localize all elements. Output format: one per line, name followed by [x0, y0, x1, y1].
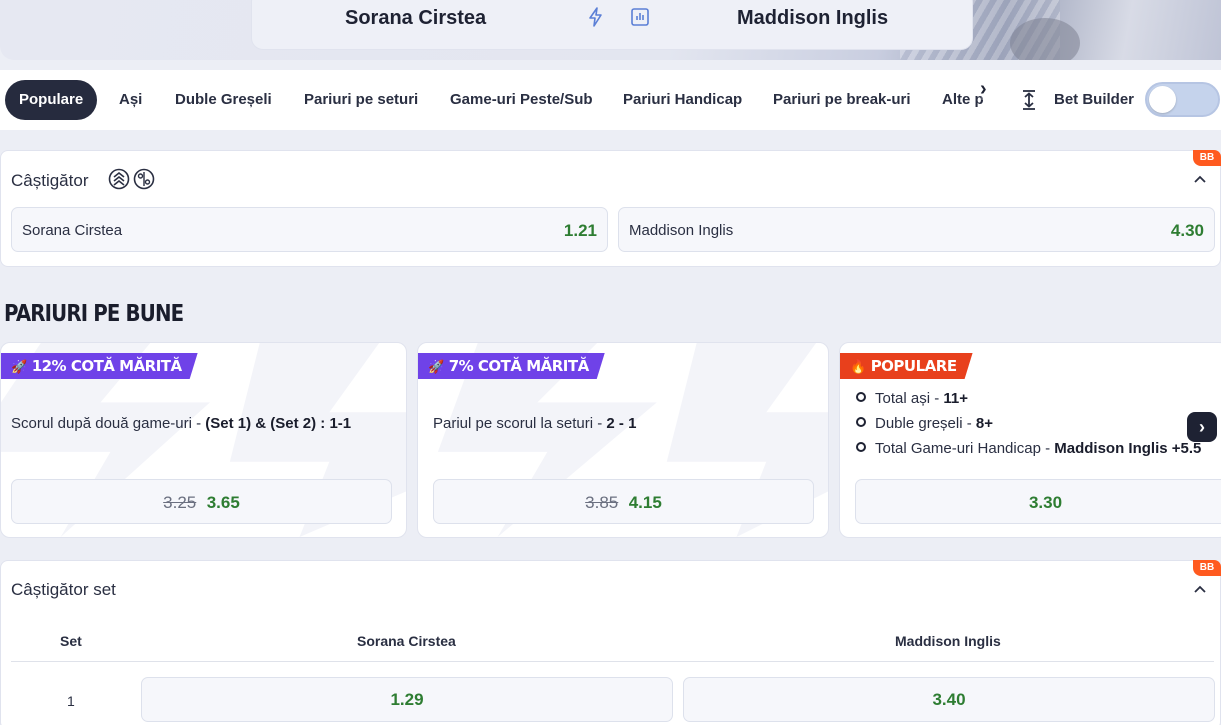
bet-selection: (Set 1) & (Set 2) : 1-1: [205, 415, 352, 432]
bet-builder-label: Bet Builder: [1054, 91, 1135, 108]
layers-icon: [108, 168, 130, 190]
winner-market: Câștigător BB Sorana Cirstea 1.21 Maddis…: [0, 150, 1221, 267]
odd-value: 4.30: [1170, 221, 1204, 240]
set-odd-button-player-2[interactable]: 3.40: [683, 677, 1215, 722]
leg-bullet: [856, 392, 866, 402]
bet-description: Scorul după două game-uri - (Set 1) & (S…: [11, 415, 351, 432]
bet-selection: 2 - 1: [606, 415, 637, 432]
old-odd: 3.25: [163, 493, 197, 512]
chevron-right-icon[interactable]: ›: [980, 79, 998, 100]
chevron-up-icon[interactable]: [1193, 582, 1207, 596]
tab-asi[interactable]: Ași: [119, 80, 142, 120]
tab-pariuri-pe-break-uri[interactable]: Pariuri pe break-uri: [773, 80, 911, 120]
tab-pariuri-pe-seturi[interactable]: Pariuri pe seturi: [304, 80, 418, 120]
leg-market: Total ași -: [875, 390, 944, 407]
tab-pariuri-handicap[interactable]: Pariuri Handicap: [623, 80, 742, 120]
boosted-odd: 3.65: [206, 493, 240, 512]
leg-bullet: [856, 417, 866, 427]
featured-odd-button-1[interactable]: 3.25 3.65: [11, 479, 392, 524]
leg-market: Total Game-uri Handicap -: [875, 440, 1055, 457]
old-odd: 3.85: [585, 493, 619, 512]
market-title: Câștigător: [11, 171, 89, 190]
boosted-odd: 4.15: [628, 493, 662, 512]
player-2-name: Maddison Inglis: [737, 7, 889, 29]
leg-selection: 11+: [943, 390, 968, 407]
popular-tag: 🔥 POPULARE: [840, 353, 973, 379]
bet-builder-badge: BB: [1193, 560, 1221, 576]
tennis-ball-image: [1010, 18, 1080, 60]
carousel-next-button[interactable]: ›: [1187, 412, 1217, 442]
leg-selection: Maddison Inglis +5.5: [1054, 440, 1202, 457]
stats-icon[interactable]: [630, 7, 650, 27]
market-title: Câștigător set: [11, 580, 116, 599]
featured-bets-title: PARIURI PE BUNE: [4, 301, 184, 327]
tab-duble-greseli[interactable]: Duble Greșeli: [175, 80, 272, 120]
tab-populare[interactable]: Populare: [5, 80, 98, 120]
boost-tag: 🚀 12% COTĂ MĂRITĂ: [1, 353, 198, 379]
leg-market: Duble greșeli -: [875, 415, 976, 432]
tab-alte-pariuri[interactable]: Alte p: [942, 80, 984, 120]
bet-market-name: Scorul după două game-uri -: [11, 415, 206, 432]
featured-odd-button-2[interactable]: 3.85 4.15: [433, 479, 814, 524]
boost-tag-label: 12% COTĂ MĂRITĂ: [31, 357, 182, 375]
rocket-icon: 🚀: [11, 360, 27, 375]
combo-odd: 3.30: [1028, 493, 1063, 512]
set-odd-button-player-1[interactable]: 1.29: [141, 677, 673, 722]
fire-icon: 🔥: [850, 360, 866, 375]
odd-button-player-1[interactable]: Sorana Cirstea 1.21: [11, 207, 608, 252]
bet-builder-toggle[interactable]: [1145, 82, 1220, 117]
lightning-icon[interactable]: [586, 7, 606, 27]
bet-builder-badge: BB: [1193, 150, 1221, 166]
popular-tag-label: POPULARE: [870, 357, 957, 375]
expand-vertical-icon[interactable]: [1020, 88, 1038, 112]
bet-builder-icon: [133, 168, 155, 190]
odd-value: 1.21: [563, 221, 597, 240]
rocket-icon: 🚀: [428, 360, 444, 375]
column-header-player-2: Maddison Inglis: [895, 633, 1001, 649]
column-header-set: Set: [60, 633, 82, 649]
boost-tag: 🚀 7% COTĂ MĂRITĂ: [418, 353, 605, 379]
selection-label: Sorana Cirstea: [22, 222, 123, 239]
featured-bet-card-1: 🚀 12% COTĂ MĂRITĂ Scorul după două game-u…: [0, 342, 407, 538]
set-number: 1: [67, 693, 75, 709]
featured-bet-card-3: 🔥 POPULARE Total ași - 11+ Duble greșeli …: [839, 342, 1221, 538]
bet-market-name: Pariul pe scorul la seturi -: [433, 415, 607, 432]
odd-button-player-2[interactable]: Maddison Inglis 4.30: [618, 207, 1215, 252]
selection-label: Maddison Inglis: [629, 222, 734, 239]
featured-odd-button-3[interactable]: 3.30: [855, 479, 1221, 524]
featured-bet-card-2: 🚀 7% COTĂ MĂRITĂ Pariul pe scorul la setu…: [417, 342, 829, 538]
set-winner-market: Câștigător set BB Set Sorana Cirstea Mad…: [0, 560, 1221, 725]
tab-game-uri-peste-sub[interactable]: Game-uri Peste/Sub: [450, 80, 593, 120]
column-header-player-1: Sorana Cirstea: [357, 633, 456, 649]
leg-bullet: [856, 442, 866, 452]
chevron-up-icon[interactable]: [1193, 172, 1207, 186]
toggle-knob: [1149, 86, 1176, 113]
scoreboard: Sorana Cirstea Maddison Inglis: [251, 0, 973, 50]
table-divider: [11, 661, 1214, 662]
player-1-name: Sorana Cirstea: [345, 7, 487, 29]
leg-selection: 8+: [975, 415, 993, 432]
match-header-banner: Sorana Cirstea Maddison Inglis: [0, 0, 1221, 60]
bet-description: Pariul pe scorul la seturi - 2 - 1: [433, 415, 636, 432]
boost-tag-label: 7% COTĂ MĂRITĂ: [448, 357, 589, 375]
